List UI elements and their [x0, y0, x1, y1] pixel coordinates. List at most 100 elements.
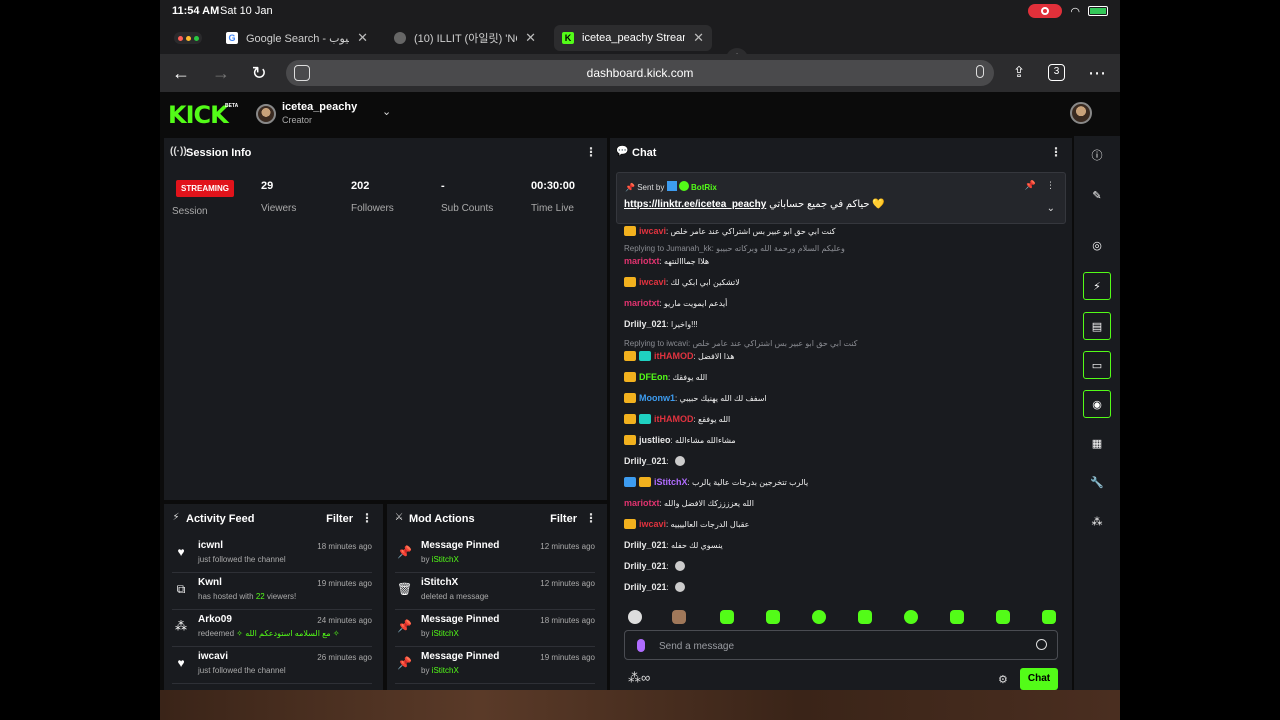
tab-google-search[interactable]: G Google Search - يوتيوب ✕ [218, 25, 376, 51]
tab-kick[interactable]: K icetea_peachy Stream - Kick ✕ [554, 25, 712, 51]
crown-badge-icon [624, 351, 636, 361]
feed-detail: just followed the channel [198, 666, 286, 675]
chat-text: مشاءالله مشاءالله [674, 436, 736, 445]
panel-header: ⚔ Mod Actions Filter ⋮ [387, 504, 607, 532]
tab-youtube[interactable]: (10) ILLIT (아일릿) 'NOT CUTE' ✕ [386, 25, 544, 51]
close-icon[interactable]: ✕ [525, 30, 536, 46]
points-icon[interactable]: ⁂ [1083, 508, 1111, 536]
chat-input[interactable] [659, 637, 1019, 655]
notes-icon[interactable]: ▤ [1083, 312, 1111, 340]
pin-icon: 📌 [397, 619, 412, 633]
chat-username[interactable]: DFEon [639, 372, 668, 382]
camera-icon[interactable]: ◎ [1083, 232, 1111, 260]
chat-username[interactable]: Drlily_021 [624, 456, 667, 466]
crown-badge-icon [624, 277, 636, 287]
feed-username[interactable]: iwcavi [198, 651, 228, 662]
filter-button[interactable]: Filter [550, 513, 577, 525]
feed-username[interactable]: Kwnl [198, 577, 222, 588]
kebab-menu-icon[interactable]: ⋮ [361, 511, 373, 525]
chat-username[interactable]: iwcavi [639, 519, 666, 529]
chat-username[interactable]: Drlily_021 [624, 319, 667, 329]
emote-icon[interactable] [628, 610, 642, 624]
feed-time: 18 minutes ago [540, 616, 595, 625]
chat-username[interactable]: itHAMOD [654, 351, 694, 361]
forward-icon[interactable]: → [210, 62, 232, 84]
feed-username[interactable]: Arko09 [198, 614, 232, 625]
mic-icon[interactable] [976, 65, 984, 78]
emote-icon[interactable] [996, 610, 1010, 624]
tab-label: icetea_peachy Stream - Kick [582, 32, 685, 44]
chevron-down-icon[interactable]: ⌄ [382, 105, 391, 118]
emote-icon[interactable] [812, 610, 826, 624]
window-controls-icon[interactable] [174, 32, 202, 44]
kebab-menu-icon[interactable]: ⋮ [1050, 145, 1062, 159]
user-avatar[interactable] [1070, 102, 1092, 124]
pinned-link[interactable]: https://linktr.ee/icetea_peachy [624, 199, 766, 210]
list-item: ♥ icwnl just followed the channel 18 min… [172, 536, 372, 573]
emote-icon[interactable] [766, 610, 780, 624]
kick-logo[interactable]: KICK [168, 101, 229, 129]
creator-avatar[interactable] [256, 104, 276, 124]
chat-username[interactable]: mariotxt [624, 498, 660, 508]
mod-username[interactable]: iStitchX [432, 555, 459, 564]
feed-time: 19 minutes ago [317, 579, 372, 588]
mod-action-by: by iStitchX [421, 666, 459, 675]
chat-username[interactable]: itHAMOD [654, 414, 694, 424]
chat-bubble-icon[interactable]: ▭ [1083, 351, 1111, 379]
emote-icon[interactable] [1042, 610, 1056, 624]
channel-points[interactable]: ⁂∞ [628, 670, 650, 686]
followers-label: Followers [351, 203, 394, 214]
crown-badge-icon [624, 414, 636, 424]
kebab-menu-icon[interactable]: ⋮ [1046, 180, 1055, 190]
filter-button[interactable]: Filter [326, 513, 353, 525]
separator: : [666, 562, 671, 571]
share-icon[interactable]: ⇪ [1008, 62, 1030, 84]
wrench-icon[interactable]: 🔧 [1083, 469, 1111, 497]
edit-icon[interactable]: ✎ [1083, 182, 1111, 210]
kebab-menu-icon[interactable]: ⋮ [585, 145, 597, 159]
chat-username[interactable]: justlieo [639, 435, 671, 445]
emote-icon[interactable] [904, 610, 918, 624]
mod-username[interactable]: iStitchX [432, 666, 459, 675]
feed-time: 24 minutes ago [317, 616, 372, 625]
chevron-down-icon[interactable]: ⌄ [1047, 203, 1055, 214]
kebab-menu-icon[interactable]: ⋮ [585, 511, 597, 525]
close-icon[interactable]: ✕ [357, 30, 368, 46]
broadcast-icon[interactable]: ◉ [1083, 390, 1111, 418]
chat-username[interactable]: iwcavi [639, 226, 666, 236]
emote-icon[interactable] [720, 610, 734, 624]
chat-username[interactable]: iwcavi [639, 277, 666, 287]
emote-icon[interactable] [950, 610, 964, 624]
chat-username[interactable]: iStitchX [654, 477, 688, 487]
emote-icon[interactable] [672, 610, 686, 624]
chat-username[interactable]: mariotxt [624, 256, 660, 266]
emoji-icon[interactable] [1036, 639, 1047, 650]
creator-name[interactable]: icetea_peachy [282, 101, 357, 113]
beta-label: BETA [225, 103, 239, 109]
mod-username[interactable]: iStitchX [432, 629, 459, 638]
back-icon[interactable]: ← [170, 62, 192, 84]
pin-icon[interactable]: 📌 [1025, 180, 1036, 190]
lightning-icon[interactable]: ⚡ [1083, 272, 1111, 300]
chat-username[interactable]: Drlily_021 [624, 540, 667, 550]
bot-name[interactable]: BotRix [691, 183, 717, 192]
chat-username[interactable]: Drlily_021 [624, 582, 667, 592]
info-icon[interactable]: ⓘ [1083, 142, 1111, 170]
mic-icon[interactable] [637, 639, 645, 652]
chat-username[interactable]: mariotxt [624, 298, 660, 308]
url-bar[interactable]: dashboard.kick.com [286, 60, 994, 86]
reload-icon[interactable]: ↻ [248, 62, 270, 84]
feed-username[interactable]: icwnl [198, 540, 223, 551]
gear-icon[interactable]: ⚙ [998, 673, 1008, 686]
broadcast-icon: ((·)) [170, 146, 187, 157]
pinned-message[interactable]: 📌 Sent by BotRix 📌 ⋮ https://linktr.ee/i… [616, 172, 1066, 224]
close-icon[interactable]: ✕ [693, 30, 704, 46]
send-chat-button[interactable]: Chat [1020, 668, 1058, 690]
tab-count-button[interactable]: 3 [1048, 64, 1065, 81]
emote-icon[interactable] [858, 610, 872, 624]
chat-username[interactable]: Drlily_021 [624, 561, 667, 571]
more-menu-icon[interactable]: ⋯ [1086, 62, 1108, 84]
mod-action-name[interactable]: iStitchX [421, 577, 458, 588]
chat-username[interactable]: Moonw1 [639, 393, 675, 403]
layout-icon[interactable]: ▦ [1083, 430, 1111, 458]
